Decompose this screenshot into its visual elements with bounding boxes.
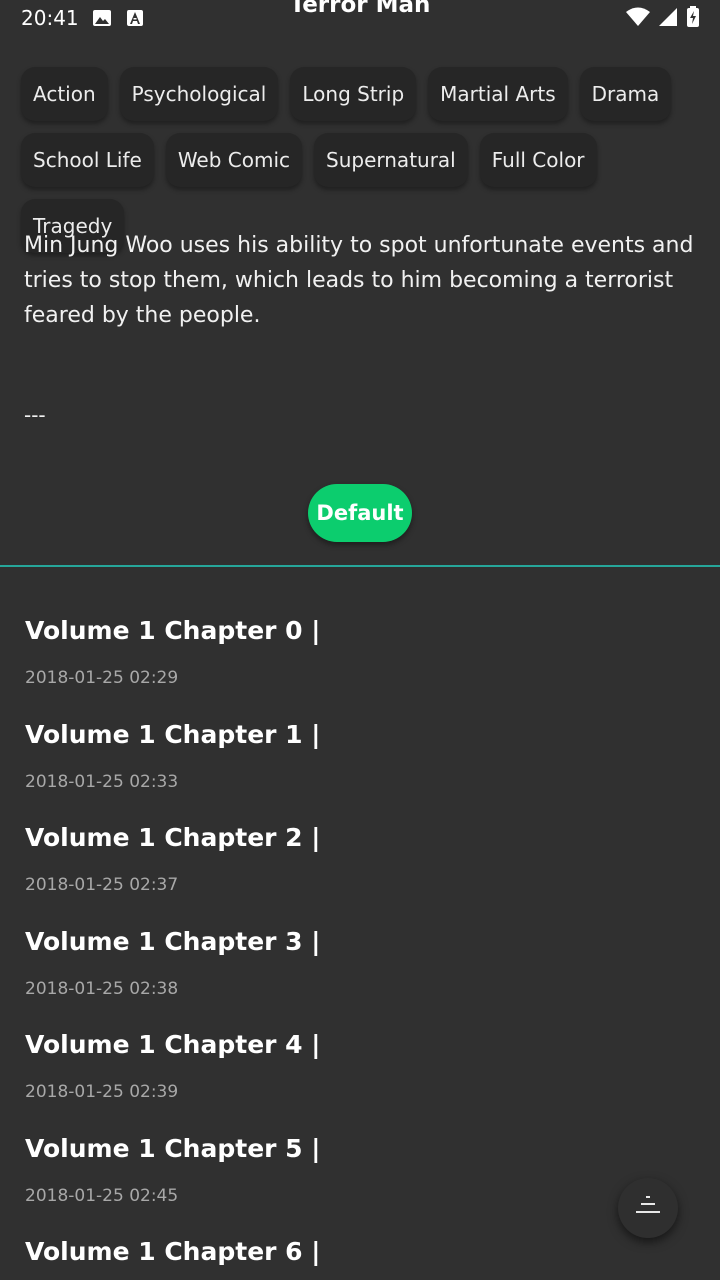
chapter-item[interactable]: Volume 1 Chapter 1 | 2018-01-25 02:33	[0, 704, 720, 808]
chapter-date: 2018-01-25 02:38	[25, 978, 179, 999]
battery-charging-icon	[686, 6, 700, 32]
screen: 20:41 Terror Man Action Psychological Lo…	[0, 0, 720, 1280]
chapter-item[interactable]: Volume 1 Chapter 3 | 2018-01-25 02:38	[0, 911, 720, 1015]
genre-tags: Action Psychological Long Strip Martial …	[21, 67, 711, 253]
chapter-date: 2018-01-25 02:39	[25, 1082, 179, 1102]
chapter-item[interactable]: Volume 1 Chapter 2 | 2018-01-25 02:37	[0, 807, 720, 911]
chapter-title: Volume 1 Chapter 0 |	[25, 616, 321, 645]
chapter-title: Volume 1 Chapter 2 |	[25, 823, 321, 852]
scroll-position-button[interactable]	[618, 1178, 678, 1238]
chapter-item[interactable]: Volume 1 Chapter 0 | 2018-01-25 02:29	[0, 600, 720, 704]
sort-order-button[interactable]: Default	[308, 484, 412, 542]
tag-chip[interactable]: Web Comic	[165, 133, 303, 187]
status-right-icons	[626, 6, 700, 32]
tag-chip[interactable]: Long Strip	[290, 67, 417, 121]
chapter-date: 2018-01-25 02:45	[25, 1185, 179, 1206]
chapter-date: 2018-01-25 02:33	[25, 771, 179, 792]
section-divider	[0, 565, 720, 567]
page-title: Terror Man	[289, 0, 431, 18]
chapter-title: Volume 1 Chapter 6 |	[25, 1237, 321, 1266]
tag-chip[interactable]: Martial Arts	[428, 67, 568, 121]
signal-icon	[658, 7, 678, 31]
tag-chip[interactable]: Action	[21, 67, 108, 121]
manga-description: Min Jung Woo uses his ability to spot un…	[24, 233, 694, 328]
chapter-date: 2018-01-25 02:29	[25, 668, 179, 688]
chapter-date: 2018-01-25 02:37	[25, 875, 179, 895]
tag-chip[interactable]: Drama	[579, 67, 672, 121]
scroll-position-icon	[634, 1194, 662, 1222]
tag-chip[interactable]: Full Color	[479, 133, 597, 187]
chapter-title: Volume 1 Chapter 3 |	[25, 926, 321, 956]
chapter-title: Volume 1 Chapter 4 |	[25, 1030, 321, 1059]
description-separator: ---	[24, 403, 46, 427]
wifi-icon	[626, 7, 650, 31]
chapter-title: Volume 1 Chapter 5 |	[25, 1133, 321, 1163]
chapter-item[interactable]: Volume 1 Chapter 4 | 2018-01-25 02:39	[0, 1014, 720, 1118]
chapter-list[interactable]: Volume 1 Chapter 0 | 2018-01-25 02:29 Vo…	[0, 600, 720, 1280]
tag-chip[interactable]: Psychological	[119, 67, 279, 121]
status-bar: 20:41 Terror Man	[0, 0, 720, 40]
chapter-title: Volume 1 Chapter 1 |	[25, 719, 321, 749]
tag-chip[interactable]: Supernatural	[314, 133, 468, 187]
tag-chip[interactable]: School Life	[21, 133, 154, 187]
chapter-item[interactable]: Volume 1 Chapter 5 | 2018-01-25 02:45	[0, 1118, 720, 1222]
chapter-item[interactable]: Volume 1 Chapter 6 |	[0, 1221, 720, 1280]
